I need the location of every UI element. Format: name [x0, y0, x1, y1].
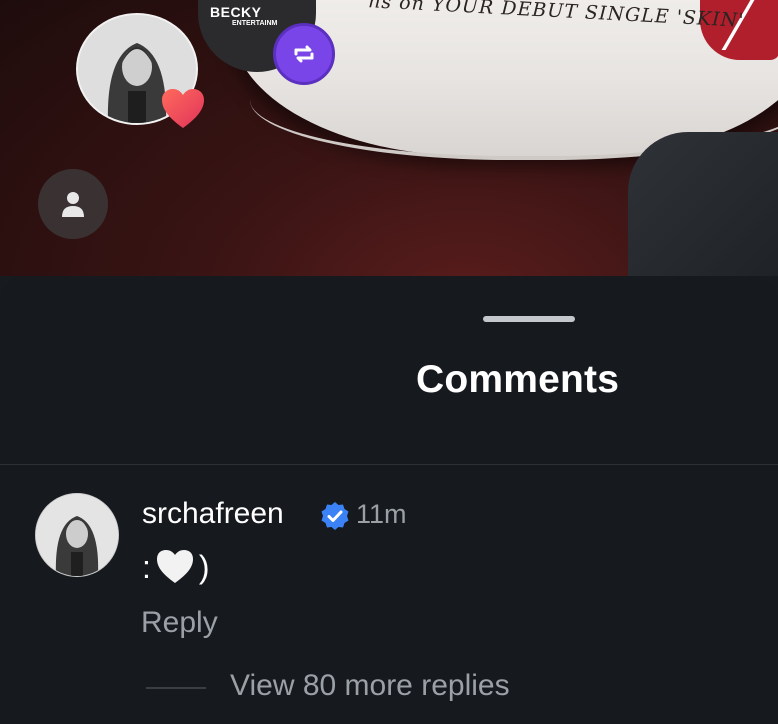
divider — [0, 464, 778, 465]
comment-username[interactable]: srchafreen — [142, 497, 284, 531]
replies-divider-line — [146, 687, 206, 689]
comment-timestamp: 11m — [356, 499, 407, 529]
heart-icon — [162, 89, 204, 128]
person-icon — [62, 192, 84, 217]
view-more-replies-button[interactable]: View 80 more replies — [230, 669, 510, 703]
verified-badge-icon — [321, 502, 349, 530]
repost-button[interactable] — [273, 23, 335, 85]
background-figure — [628, 132, 778, 276]
reply-button[interactable]: Reply — [141, 606, 218, 640]
brand-logo: BECKY — [210, 4, 262, 20]
comment-text-suffix: ) — [198, 548, 210, 585]
commenter-avatar[interactable] — [35, 493, 119, 577]
comment-text: : ) — [142, 548, 210, 586]
white-heart-icon — [156, 550, 193, 583]
sheet-drag-handle[interactable] — [483, 316, 575, 322]
tagged-people-button[interactable] — [38, 169, 108, 239]
repost-icon — [294, 45, 314, 63]
brand-subtitle: ENTERTAINM — [232, 20, 278, 27]
post-photo: ns on YOUR DEBUT SINGLE 'SKIN' BECKY ENT… — [0, 0, 778, 276]
comment-text-prefix: : — [142, 548, 151, 585]
sheet-title: Comments — [416, 358, 620, 401]
